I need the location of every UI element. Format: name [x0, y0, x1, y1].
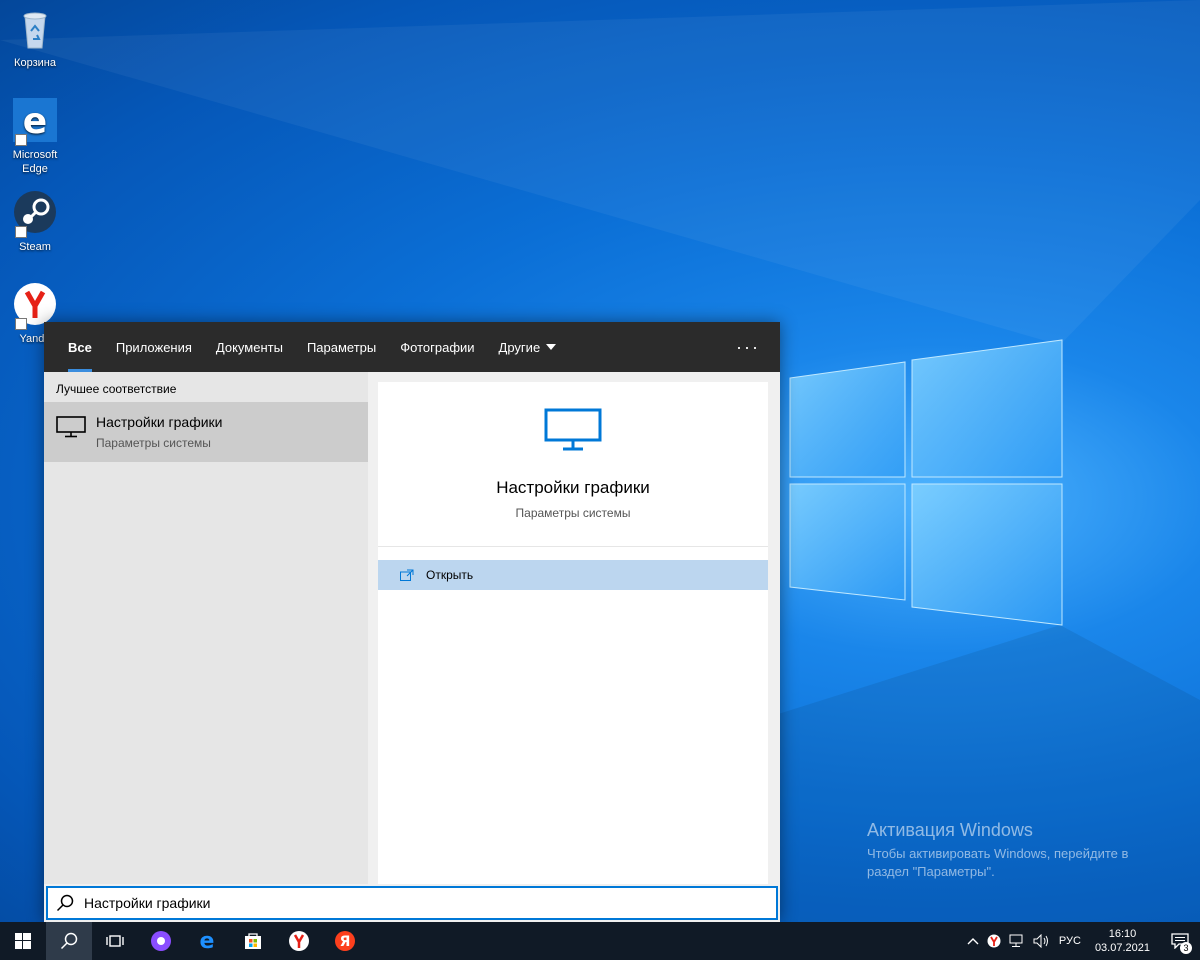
result-subtitle: Параметры системы	[96, 436, 211, 450]
task-view-button[interactable]	[92, 922, 138, 960]
clock[interactable]: 16:10 03.07.2021	[1085, 927, 1160, 955]
search-panel: Все Приложения Документы Параметры Фотог…	[44, 322, 780, 922]
svg-text:e: e	[200, 930, 215, 952]
windows-logo-icon	[15, 933, 31, 949]
yandex-icon: Я	[335, 931, 355, 951]
search-icon	[56, 894, 74, 912]
tab-label: Параметры	[306, 339, 377, 355]
system-tray: РУС 16:10 03.07.2021 3	[963, 922, 1200, 960]
preview-header: Настройки графики Параметры системы	[378, 382, 768, 547]
volume-icon[interactable]	[1029, 934, 1055, 948]
more-options-button[interactable]: ···	[736, 322, 760, 372]
tray-chevron-up-icon[interactable]	[963, 937, 983, 945]
open-label: Открыть	[426, 568, 474, 582]
clock-time: 16:10	[1108, 928, 1137, 940]
action-center-button[interactable]: 3	[1160, 922, 1200, 960]
taskbar-yandex-browser-button[interactable]	[276, 922, 322, 960]
activation-watermark: Активация Windows Чтобы активировать Win…	[867, 820, 1167, 881]
store-icon	[245, 933, 261, 949]
notification-badge: 3	[1180, 942, 1192, 954]
shortcut-arrow-icon	[15, 226, 27, 238]
tab-photos[interactable]: Фотографии	[388, 322, 486, 372]
tab-label: Документы	[215, 339, 283, 355]
shortcut-arrow-icon	[15, 134, 27, 146]
alice-icon	[151, 931, 171, 951]
start-button[interactable]	[0, 922, 46, 960]
monitor-icon	[56, 416, 86, 438]
tab-label: Фотографии	[400, 339, 475, 355]
taskbar-search-button[interactable]	[46, 922, 92, 960]
svg-text:Я: Я	[340, 934, 351, 950]
result-item-graphics-settings[interactable]: Настройки графики Параметры системы	[44, 402, 368, 462]
preview-subtitle: Параметры системы	[515, 506, 631, 520]
tab-label: Все	[68, 339, 92, 355]
results-list: Лучшее соответствие Настройки графики Па…	[44, 372, 368, 884]
taskbar-alice-button[interactable]	[138, 922, 184, 960]
taskbar-yandex-button[interactable]: Я	[322, 922, 368, 960]
language-indicator[interactable]: РУС	[1055, 935, 1085, 947]
clock-date: 03.07.2021	[1094, 942, 1150, 954]
chevron-down-icon	[546, 344, 557, 350]
tab-documents[interactable]: Документы	[204, 322, 295, 372]
open-button[interactable]: Открыть	[378, 560, 768, 590]
taskbar-edge-button[interactable]: e	[184, 922, 230, 960]
tab-label: Другие	[498, 339, 541, 355]
steam-icon	[11, 190, 59, 238]
desktop-icon-label: Корзина	[14, 57, 56, 69]
taskbar-store-button[interactable]	[230, 922, 276, 960]
tab-all[interactable]: Все	[56, 322, 104, 372]
search-icon	[60, 932, 78, 950]
activation-text: Чтобы активировать Windows, перейдите в …	[867, 846, 1129, 879]
monitor-icon	[544, 408, 602, 451]
search-input[interactable]	[84, 895, 724, 911]
edge-icon: e	[200, 930, 215, 952]
search-box[interactable]	[46, 886, 778, 920]
shortcut-arrow-icon	[15, 318, 27, 330]
taskbar: e Я РУС 16:10 03.07.2021 3	[0, 922, 1200, 960]
preview-title: Настройки графики	[496, 478, 650, 497]
desktop-icon-label: Steam	[19, 241, 51, 253]
yandex-browser-icon	[289, 931, 309, 951]
desktop-icon-steam[interactable]: Steam	[4, 190, 66, 254]
result-title: Настройки графики	[96, 414, 223, 430]
desktop-icon-recycle-bin[interactable]: Корзина	[4, 6, 66, 70]
tab-label: Приложения	[115, 339, 192, 355]
best-match-heading: Лучшее соответствие	[56, 382, 177, 396]
search-tabs: Все Приложения Документы Параметры Фотог…	[44, 322, 780, 372]
preview-pane: Настройки графики Параметры системы Откр…	[378, 382, 768, 884]
activation-title: Активация Windows	[867, 820, 1033, 840]
tab-settings[interactable]: Параметры	[295, 322, 388, 372]
network-icon[interactable]	[1005, 934, 1029, 948]
tray-yandex-icon[interactable]	[983, 934, 1005, 948]
desktop-icon-edge[interactable]: e Microsoft Edge	[4, 98, 66, 176]
edge-icon: e	[11, 98, 59, 146]
task-view-icon	[106, 935, 124, 947]
recycle-bin-icon	[11, 6, 59, 54]
tab-other[interactable]: Другие	[487, 322, 569, 372]
open-icon	[400, 569, 414, 581]
tab-apps[interactable]: Приложения	[104, 322, 204, 372]
desktop-icon-label: Microsoft Edge	[12, 149, 58, 175]
